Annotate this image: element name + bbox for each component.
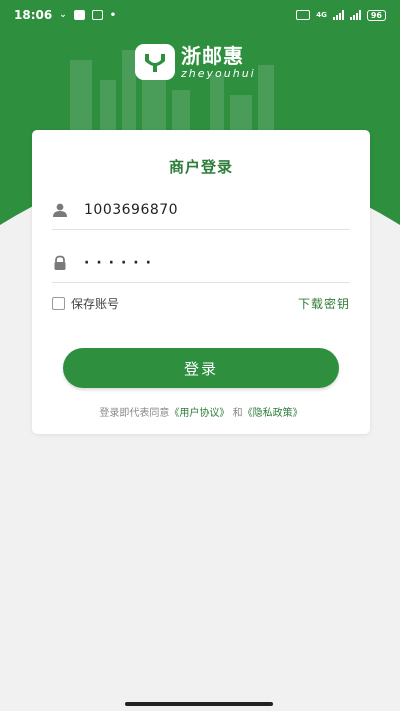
password-field[interactable]: ······ [52, 243, 350, 283]
remember-label: 保存账号 [71, 297, 120, 311]
privacy-policy-link[interactable]: 《隐私政策》 [243, 408, 303, 419]
notification-chevron-icon: ⌄ [59, 10, 67, 20]
remember-checkbox[interactable] [52, 297, 65, 310]
shopping-bag-logo-icon [135, 44, 175, 80]
brand-name-en: zheyouhui [181, 66, 256, 80]
agreement-prefix: 登录即代表同意 [99, 408, 170, 419]
hd-icon [296, 10, 311, 20]
signal-icon [332, 10, 344, 20]
app-notification-icon-2 [91, 10, 103, 20]
lock-icon [52, 255, 68, 271]
signal-icon-2 [349, 10, 361, 20]
brand-logo: 浙邮惠 zheyouhui [135, 44, 256, 80]
more-notifications-dot-icon: • [109, 9, 117, 21]
user-agreement-link[interactable]: 《用户协议》 [169, 408, 229, 419]
agreement-and: 和 [229, 408, 243, 419]
brand-name-cn: 浙邮惠 [181, 43, 244, 68]
password-value[interactable]: ······ [84, 255, 158, 271]
login-button[interactable]: 登录 [63, 348, 339, 388]
remember-account[interactable]: 保存账号 [52, 295, 119, 312]
app-notification-icon [73, 10, 85, 20]
network-type: 4G [316, 10, 327, 19]
home-indicator[interactable] [125, 702, 273, 706]
agreement-text: 登录即代表同意《用户协议》 和《隐私政策》 [32, 404, 370, 419]
username-field[interactable]: 1003696870 [52, 190, 350, 230]
status-bar: 18:06 ⌄ • 4G 96 [0, 0, 400, 30]
status-time: 18:06 [14, 8, 53, 22]
login-card: 商户登录 1003696870 ······ 保存账号 下载密钥 登录 登录即代… [32, 130, 370, 434]
user-icon [52, 202, 68, 218]
battery-icon: 96 [366, 9, 386, 21]
download-key-link[interactable]: 下载密钥 [298, 295, 350, 312]
login-title: 商户登录 [168, 158, 233, 176]
username-value[interactable]: 1003696870 [84, 202, 178, 218]
